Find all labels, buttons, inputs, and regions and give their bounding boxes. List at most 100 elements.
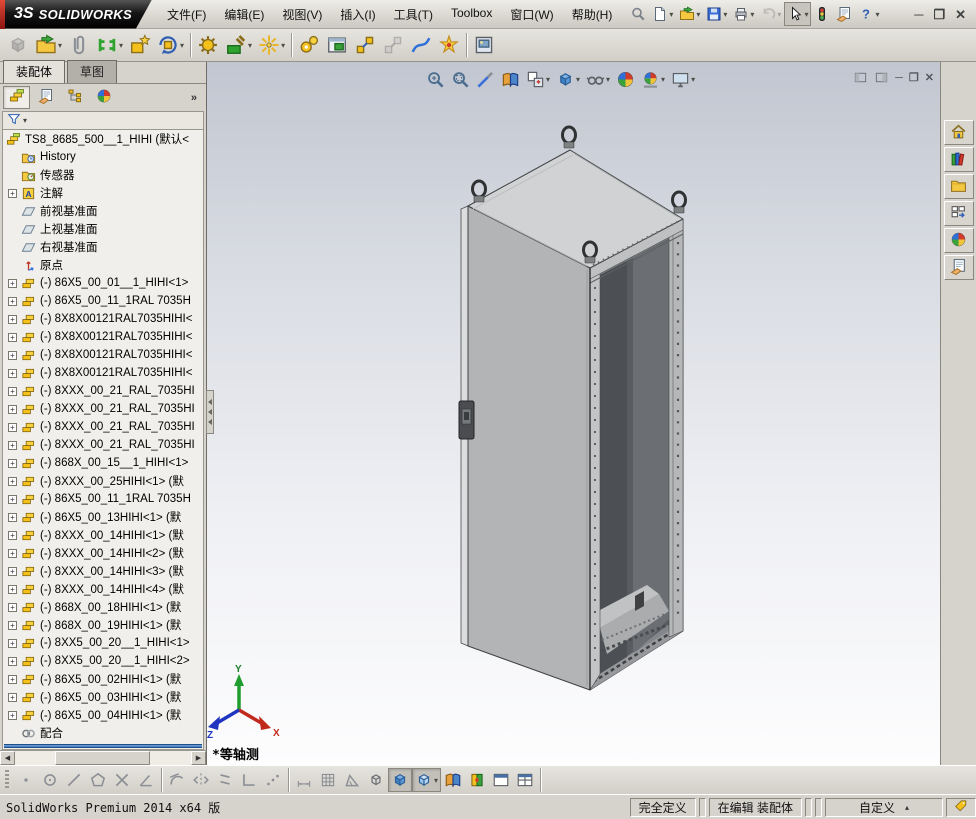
expand-icon[interactable]: + [8,692,17,702]
new-document-button[interactable]: ▾ [649,2,676,26]
tangent-arc-button[interactable] [165,768,189,792]
tree-item[interactable]: 右视基准面 [3,238,203,256]
tree-item[interactable]: + (-) 8XX5_00_20__1_HIHI<2> [3,652,203,670]
view-selector-button[interactable] [473,66,498,92]
dropdown-caret-icon[interactable]: ▾ [546,75,550,84]
tree-item[interactable]: History [3,148,203,166]
expand-icon[interactable]: + [8,638,17,648]
mate-button[interactable]: ▾ [93,33,126,57]
edit-appearance-button[interactable] [613,66,638,92]
sketch-polygon-button[interactable] [86,768,110,792]
select-button[interactable]: ▾ [784,2,812,26]
expand-icon[interactable]: + [8,440,17,450]
tree-horizontal-scrollbar[interactable]: ◀ ▶ [0,750,206,765]
menu-item-3[interactable]: 插入(I) [331,2,384,27]
display-style-button[interactable]: ▾ [553,66,583,92]
hide-show-items-button[interactable]: ▾ [583,66,613,92]
expand-icon[interactable]: + [8,512,17,522]
angle-snap-button[interactable] [340,768,364,792]
new-window-preview-button[interactable] [323,33,351,57]
expand-icon[interactable]: + [8,674,17,684]
tree-item[interactable]: + (-) 8XXX_00_14HIHI<4> (默 [3,580,203,598]
filter-icon[interactable] [7,112,21,129]
rollback-bar[interactable] [4,744,202,748]
propertymanager-tab[interactable] [32,86,59,109]
expand-icon[interactable]: + [8,188,17,198]
parallel-relation-button[interactable] [213,768,237,792]
tree-item[interactable]: 配合 [3,724,203,742]
open-part-button[interactable]: ▾ [32,33,65,57]
tree-item[interactable]: 上视基准面 [3,220,203,238]
tree-item[interactable]: + (-) 8XXX_00_25HIHI<1> (默 [3,472,203,490]
grid-snap-button[interactable] [316,768,340,792]
assembly-tools-button[interactable]: ▾ [222,33,255,57]
search-button[interactable] [627,2,649,26]
reference-geometry-button[interactable]: ▾ [255,33,288,57]
wireframe-display-button[interactable] [364,768,388,792]
expand-icon[interactable]: + [8,296,17,306]
route-line-button[interactable] [407,33,435,57]
smart-dimension-button[interactable] [292,768,316,792]
menu-item-1[interactable]: 编辑(E) [215,2,273,27]
configurationmanager-tab[interactable] [61,86,88,109]
dropdown-caret-icon[interactable]: ▾ [434,776,438,785]
tree-item[interactable]: + (-) 86X5_00_02HIHI<1> (默 [3,670,203,688]
tree-item[interactable]: + (-) 86X5_00_01__1_HIHI<1> [3,274,203,292]
tree-item[interactable]: + (-) 8XXX_00_14HIHI<3> (默 [3,562,203,580]
restore-document-button[interactable]: ❐ [909,71,919,84]
expand-icon[interactable]: + [8,368,17,378]
sketch-chamfer-button[interactable] [134,768,158,792]
expand-icon[interactable]: + [8,476,17,486]
dropdown-caret-icon[interactable]: ▾ [723,10,727,19]
tree-item[interactable]: 原点 [3,256,203,274]
tree-item[interactable]: 前视基准面 [3,202,203,220]
scrollbar-thumb[interactable] [55,751,150,765]
open-document-button[interactable]: ▾ [676,2,703,26]
insert-component-button[interactable] [4,33,32,57]
zoom-to-area-button[interactable] [448,66,473,92]
appearances-scenes-button[interactable] [943,228,974,253]
sketch-circle-button[interactable] [38,768,62,792]
tree-item[interactable]: + (-) 8X8X00121RAL7035HIHI< [3,346,203,364]
apply-scene-button[interactable]: ▾ [638,66,668,92]
displaymanager-tab[interactable] [90,86,117,109]
menu-item-7[interactable]: 帮助(H) [563,2,622,27]
tree-item[interactable]: + (-) 8X8X00121RAL7035HIHI< [3,364,203,382]
zoom-to-fit-button[interactable] [423,66,448,92]
dropdown-caret-icon[interactable]: ▾ [875,10,879,19]
manager-tabs-overflow-button[interactable]: » [191,92,203,104]
explode-line-sketch-button[interactable] [379,33,407,57]
dropdown-caret-icon[interactable]: ▾ [691,75,695,84]
document-tab-0[interactable]: 装配体 [3,60,66,83]
dropdown-caret-icon[interactable]: ▾ [606,75,610,84]
shaded-display-button[interactable] [388,768,412,792]
scrollbar-track[interactable] [15,751,191,765]
featuremanager-tree-tab[interactable] [3,86,30,109]
tree-item[interactable]: + (-) 868X_00_19HIHI<1> (默 [3,616,203,634]
tree-item[interactable]: + (-) 86X5_00_11_1RAL 7035H [3,292,203,310]
trim-entities-button[interactable] [110,768,134,792]
expand-icon[interactable]: + [8,332,17,342]
corner-rectangle-button[interactable] [237,768,261,792]
dropdown-caret-icon[interactable]: ▾ [696,10,700,19]
document-tab-1[interactable]: 草图 [67,60,118,83]
dropdown-caret-icon[interactable]: ▾ [669,10,673,19]
expand-icon[interactable]: + [8,656,17,666]
assembly-features-button[interactable] [295,33,323,57]
expand-icon[interactable]: + [8,494,17,504]
viewport-layout-button[interactable] [513,768,537,792]
expand-icon[interactable]: + [8,404,17,414]
custom-properties-button[interactable] [943,255,974,280]
section-view-toggle-button[interactable] [441,768,465,792]
design-library-button[interactable] [943,147,974,172]
menu-item-2[interactable]: 视图(V) [273,2,331,27]
help-button[interactable]: ? ▾ [855,2,882,26]
tag-button[interactable] [946,797,976,817]
expand-icon[interactable]: + [8,530,17,540]
tree-item[interactable]: + (-) 8XXX_00_21_RAL_7035HI [3,400,203,418]
sketch-line-button[interactable] [62,768,86,792]
tree-item[interactable]: + (-) 8XXX_00_21_RAL_7035HI [3,436,203,454]
toggle-right-pane-button[interactable] [874,70,889,85]
expand-icon[interactable]: + [8,386,17,396]
close-document-button[interactable]: ✕ [925,71,934,84]
